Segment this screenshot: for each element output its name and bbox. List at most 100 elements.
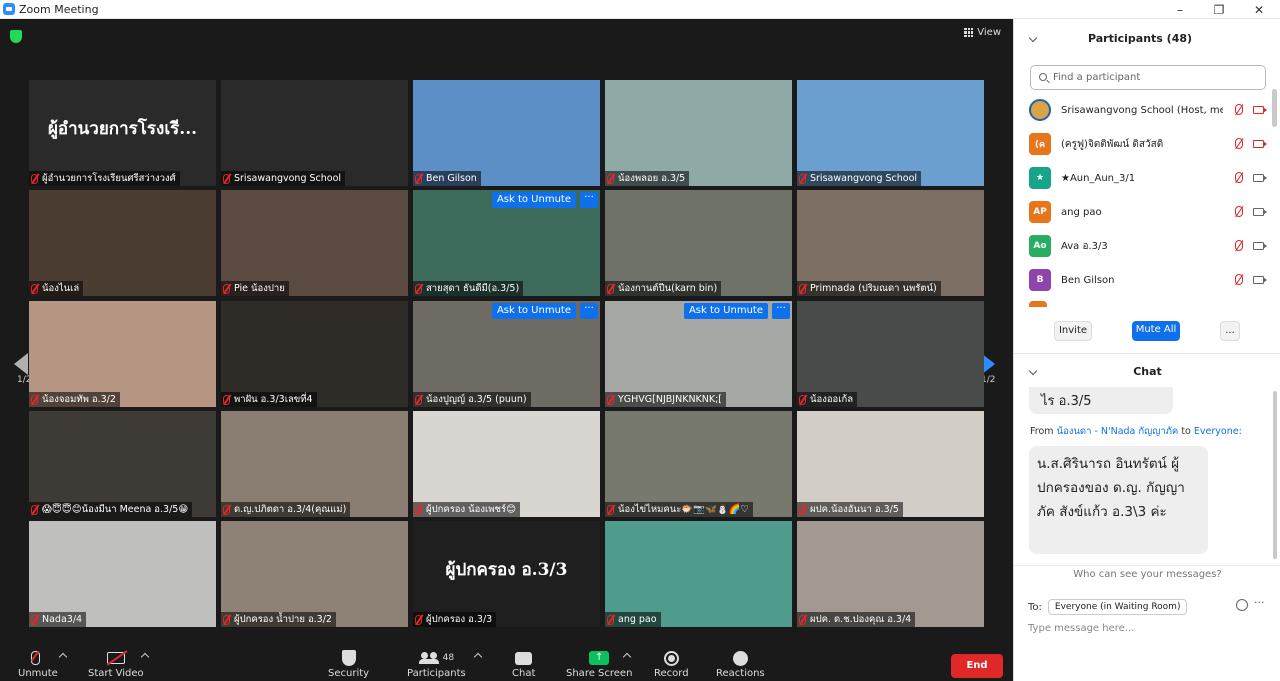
recipient-dropdown[interactable]: Everyone (in Waiting Room) (1047, 599, 1188, 615)
chat-recipient[interactable]: Everyone: (1194, 426, 1242, 437)
participant-tile[interactable]: น้องไนเล่ (29, 190, 216, 296)
ask-to-unmute-button[interactable]: Ask to Unmute (491, 192, 576, 208)
participant-list-item[interactable]: (ค (ครูฟู)จิตติพัฒน์ ดิสวัสดิ (1029, 127, 1269, 161)
video-icon (1253, 208, 1267, 216)
participant-tile[interactable]: ผปค.น้องอันนา อ.3/5 (797, 411, 984, 517)
divider (1014, 353, 1280, 354)
participant-search-input[interactable]: Find a participant (1030, 65, 1266, 90)
start-video-label: Start Video (88, 668, 144, 679)
invite-button[interactable]: Invite (1054, 321, 1092, 341)
participant-tile[interactable]: ผู้อำนวยการโรงเรี... ผู้อำนวยการโรงเรียนศ… (29, 80, 216, 186)
participant-list-name: ang pao (1061, 206, 1102, 218)
tile-more-button[interactable]: ··· (580, 192, 598, 208)
participant-tile[interactable]: Srisawangvong School (797, 80, 984, 186)
shield-icon (341, 650, 356, 666)
participant-name: ผู้อำนวยการโรงเรียนศรีสว่างวงศ์ (42, 173, 176, 184)
chat-bubble-icon (515, 651, 533, 665)
microphone-muted-icon (31, 614, 38, 625)
participant-name-label: Pie น้องปาย (221, 281, 289, 296)
participants-options-chevron-icon[interactable] (473, 652, 483, 662)
participant-list-item[interactable]: ★ ★Aun_Aun_3/1 (1029, 161, 1269, 195)
record-button[interactable]: Record (654, 648, 689, 679)
minimize-button[interactable]: – (1160, 0, 1200, 19)
microphone-muted-icon (1235, 206, 1243, 217)
microphone-muted-icon (607, 283, 614, 294)
tile-more-button[interactable]: ··· (580, 303, 598, 319)
participant-name-label: Srisawangvong School (797, 171, 922, 186)
participant-tile[interactable]: น้องไข่ไหมคนะ🐡📷🦋⛄🌈♡ (605, 411, 792, 517)
participant-tile[interactable]: น้องออเก้ล (797, 301, 984, 407)
participant-list-item[interactable]: Srisawangvong School (Host, me) (1029, 93, 1269, 127)
security-shield-icon[interactable] (10, 30, 22, 43)
participant-tile[interactable]: ผปค. ด.ช.ปองคุณ อ.3/4 (797, 521, 984, 627)
smiley-icon (732, 650, 748, 666)
microphone-muted-icon (223, 283, 230, 294)
participant-list-name: Ava อ.3/3 (1061, 240, 1108, 252)
view-button[interactable]: View (964, 27, 1001, 38)
participant-tile[interactable]: Ask to Unmute ··· สายสุดา ธันดีมี(อ.3/5) (413, 190, 600, 296)
microphone-muted-icon (31, 394, 38, 405)
participant-tile[interactable]: ผู้ปกครอง อ.3/3 ผู้ปกครอง อ.3/3 (413, 521, 600, 627)
participant-name: พาฝัน อ.3/3เลขที่4 (234, 394, 313, 405)
participant-display-name: ผู้ปกครอง อ.3/3 (445, 560, 568, 580)
tile-more-button[interactable]: ··· (772, 303, 790, 319)
participant-tile[interactable]: พาฝัน อ.3/3เลขที่4 (221, 301, 408, 407)
chat-scrollbar[interactable] (1273, 391, 1277, 559)
participant-list-scrollbar[interactable] (1272, 89, 1277, 127)
participant-list-item[interactable]: B Ben Gilson (1029, 263, 1269, 297)
avatar: ★ (1029, 167, 1051, 189)
window-title: Zoom Meeting (19, 2, 99, 16)
chat-to-word: to (1181, 426, 1191, 437)
share-screen-button[interactable]: ↑ Share Screen (566, 648, 632, 679)
participant-tile[interactable]: ผู้ปกครอง น้องเพชร์😊 (413, 411, 600, 517)
ask-to-unmute-button[interactable]: Ask to Unmute (491, 303, 576, 319)
participant-name-label: ผปค. ด.ช.ปองคุณ อ.3/4 (797, 612, 916, 627)
previous-page-arrow[interactable] (11, 319, 31, 409)
end-meeting-button[interactable]: End (951, 654, 1003, 678)
participant-name-label: น้องกานต์ปีน(karn bin) (605, 281, 722, 296)
participant-list-item[interactable]: AP ang pao (1029, 195, 1269, 229)
participant-tile[interactable]: Srisawangvong School (221, 80, 408, 186)
participant-tile[interactable]: ผู้ปกครอง น้ำปาย อ.3/2 (221, 521, 408, 627)
who-can-see-messages-link[interactable]: Who can see your messages? (1014, 569, 1280, 580)
participant-tile[interactable]: น้องพลอย อ.3/5 (605, 80, 792, 186)
participant-tile[interactable]: Pie น้องปาย (221, 190, 408, 296)
participant-name: สายสุดา ธันดีมี(อ.3/5) (426, 283, 520, 294)
chat-button[interactable]: Chat (512, 648, 535, 679)
video-area: View 1/2 1/2 ผู้อำนวยการโรงเรี... ผู้อำนว… (0, 19, 1013, 681)
participants-count: 48 (442, 653, 455, 663)
mute-all-button[interactable]: Mute All (1132, 321, 1180, 341)
reactions-button[interactable]: Reactions (716, 648, 765, 679)
ask-to-unmute-button[interactable]: Ask to Unmute (683, 303, 768, 319)
participant-tile[interactable]: Primnada (ปริมณดา นพรัตน์) (797, 190, 984, 296)
participant-tile[interactable]: ang pao (605, 521, 792, 627)
participant-tile[interactable]: Ben Gilson (413, 80, 600, 186)
participants-label: Participants (407, 668, 466, 679)
maximize-button[interactable]: ❐ (1199, 0, 1239, 19)
more-options-button[interactable]: ... (1220, 321, 1240, 341)
microphone-muted-icon (607, 173, 614, 184)
participant-tile[interactable]: 😱😇😇😊น้องมีนา Meena อ.3/5😁 (29, 411, 216, 517)
participant-tile[interactable]: Ask to Unmute ··· น้องปูญญ์ อ.3/5 (puun) (413, 301, 600, 407)
video-off-icon (1253, 106, 1267, 114)
chat-more-icon[interactable]: ··· (1254, 596, 1265, 609)
audio-options-chevron-icon[interactable] (58, 652, 68, 662)
avatar: Ao (1029, 235, 1051, 257)
participants-button[interactable]: 48 Participants (407, 648, 466, 679)
emoji-icon[interactable] (1236, 599, 1248, 611)
participant-tile[interactable]: Ask to Unmute ··· YGHVG[NJBJNKNKNK;[ (605, 301, 792, 407)
start-video-button[interactable]: Start Video (88, 648, 144, 679)
close-button[interactable]: ✕ (1239, 0, 1279, 19)
participant-tile[interactable]: ด.ญ.ปภิตดา อ.3/4(คุณแม่) (221, 411, 408, 517)
participant-tile[interactable]: น้องจอมทัพ อ.3/2 (29, 301, 216, 407)
unmute-button[interactable]: Unmute (18, 648, 58, 679)
security-button[interactable]: Security (328, 648, 369, 679)
participant-list-item[interactable]: Ao Ava อ.3/3 (1029, 229, 1269, 263)
record-icon (663, 650, 679, 666)
participant-tile[interactable]: Nada3/4 (29, 521, 216, 627)
participant-tile[interactable]: น้องกานต์ปีน(karn bin) (605, 190, 792, 296)
video-off-icon (106, 650, 128, 666)
microphone-muted-icon (415, 504, 422, 515)
chat-sender[interactable]: น้องนดา - N'Nada กัญญาภัค (1057, 426, 1179, 437)
chat-message-input[interactable]: Type message here... (1028, 623, 1134, 634)
